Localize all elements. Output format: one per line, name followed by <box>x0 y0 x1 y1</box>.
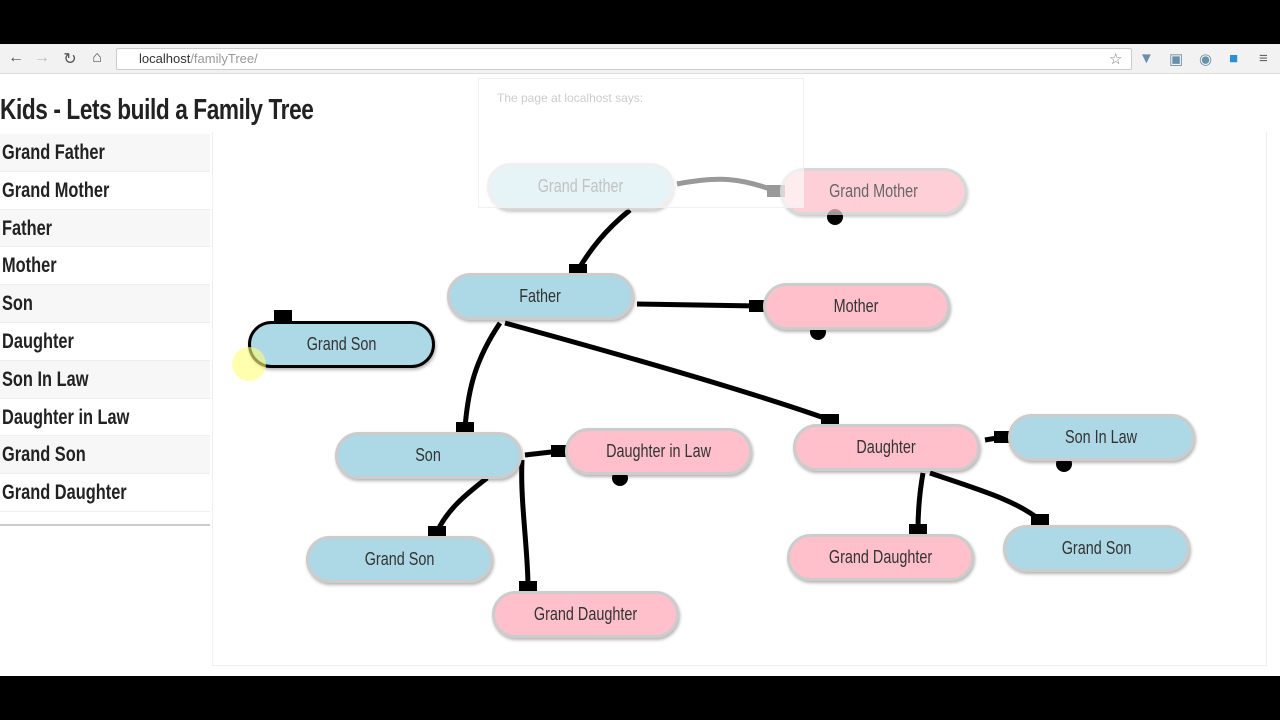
node-label: Grand Mother <box>829 181 918 201</box>
node-label: Daughter <box>856 437 917 457</box>
node-label: Grand Son <box>306 334 377 354</box>
node-label: Grand Son <box>1061 538 1132 558</box>
tree-node-sil[interactable]: Son In Law <box>1008 414 1195 461</box>
tree-node-gd1[interactable]: Grand Daughter <box>492 591 679 638</box>
tree-node-d[interactable]: Daughter <box>793 424 980 471</box>
tree-node-gd2[interactable]: Grand Daughter <box>787 534 974 581</box>
relation-edge-s-gd1 <box>519 459 531 588</box>
cursor-highlight <box>232 347 266 381</box>
relation-edge-d-gs2 <box>929 470 1042 522</box>
node-label: Grand Daughter <box>828 547 933 567</box>
tree-node-gm[interactable]: Grand Mother <box>780 168 967 215</box>
node-label: Daughter in Law <box>606 441 711 461</box>
tree-node-gs1[interactable]: Grand Son <box>306 536 493 583</box>
tree-node-gf[interactable]: Grand Father <box>487 163 674 210</box>
tree-node-gs2[interactable]: Grand Son <box>1003 525 1190 572</box>
node-label: Grand Father <box>537 176 624 196</box>
tree-node-dil[interactable]: Daughter in Law <box>565 428 752 475</box>
node-label: Son <box>415 445 442 465</box>
node-label: Mother <box>834 296 879 316</box>
tree-node-gs0[interactable]: Grand Son <box>248 321 435 368</box>
tree-node-s[interactable]: Son <box>335 432 522 479</box>
node-label: Son In Law <box>1065 427 1138 447</box>
relation-edge-d-gd2 <box>915 472 926 531</box>
relation-edge-gf-f <box>575 208 632 272</box>
node-label: Father <box>519 286 562 306</box>
node-label: Grand Daughter <box>533 604 638 624</box>
tree-node-f[interactable]: Father <box>447 273 634 320</box>
relation-edge-gf-gm <box>676 176 777 194</box>
relation-edge-f-s <box>462 321 503 429</box>
relation-edge-s-gs1 <box>434 476 489 534</box>
relation-edge-f-d <box>504 320 831 423</box>
relation-edge-f-m <box>636 301 759 309</box>
tree-node-m[interactable]: Mother <box>763 283 950 330</box>
node-label: Grand Son <box>364 549 435 569</box>
